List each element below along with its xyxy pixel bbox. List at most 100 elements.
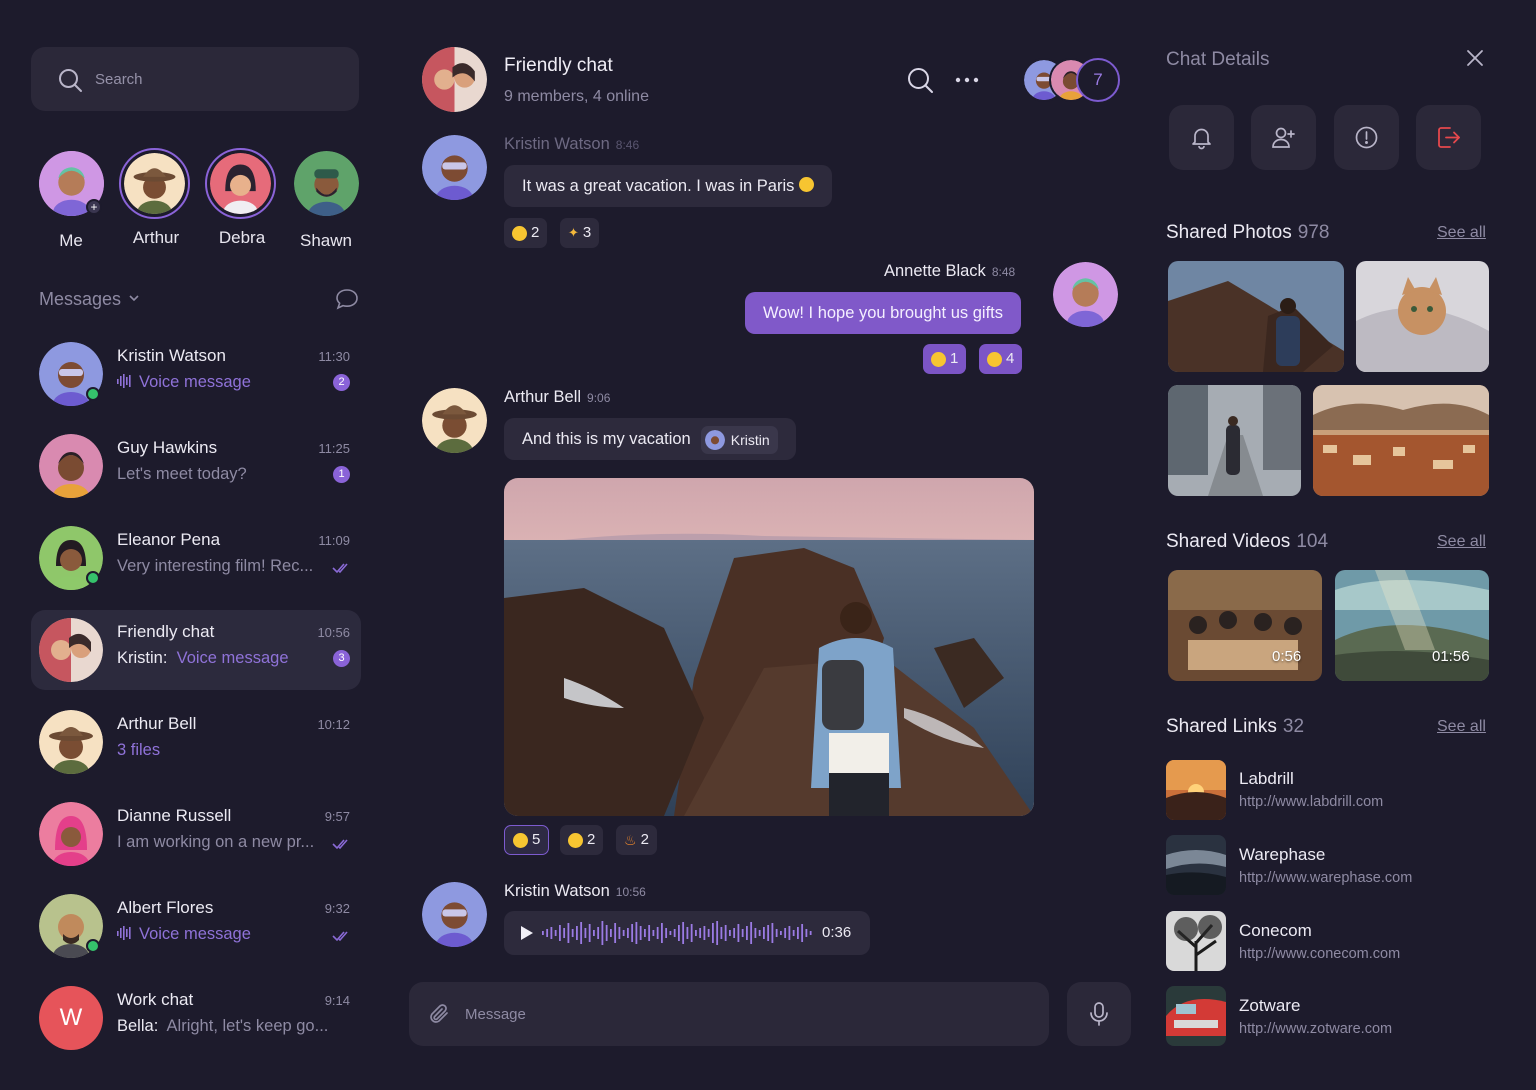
video-thumbnail[interactable]: 01:56	[1335, 570, 1489, 681]
link-title[interactable]: Labdrill	[1239, 769, 1294, 789]
reaction-chip[interactable]: ✦ 3	[560, 218, 600, 248]
photo-thumbnail[interactable]	[1313, 385, 1489, 496]
reaction-chip[interactable]: 2	[560, 825, 604, 855]
link-thumbnail[interactable]	[1166, 760, 1226, 820]
members-stack[interactable]: 7	[1022, 58, 1120, 102]
links-see-all-link[interactable]: See all	[1437, 718, 1486, 736]
online-indicator	[86, 387, 100, 401]
search-placeholder: Search	[95, 71, 143, 88]
video-duration: 01:56	[1432, 648, 1470, 665]
mention-chip[interactable]: Kristin	[700, 425, 778, 454]
shared-videos-title: Shared Videos 104	[1166, 531, 1329, 552]
microphone-icon	[1090, 1002, 1108, 1026]
conversation-preview: Bella: Alright, let's keep go...	[117, 1017, 329, 1035]
message-bubble: It was a great vacation. I was in Paris	[504, 165, 832, 207]
details-title: Chat Details	[1166, 49, 1270, 70]
story-label: Debra	[218, 228, 266, 247]
photos-see-all-link[interactable]: See all	[1437, 224, 1486, 242]
read-check-icon	[332, 563, 348, 574]
play-icon[interactable]	[520, 925, 534, 941]
link-url[interactable]: http://www.zotware.com	[1239, 1021, 1392, 1037]
conversation-name: Guy Hawkins	[117, 438, 218, 457]
avatar	[39, 710, 103, 774]
voice-wave-icon	[117, 374, 131, 388]
alert-circle-icon	[1355, 126, 1378, 149]
shared-links-title: Shared Links 32	[1166, 716, 1305, 737]
story-label: Me	[59, 231, 83, 250]
link-thumbnail[interactable]	[1166, 986, 1226, 1046]
conversation-item[interactable]: Eleanor Pena 11:09 Very interesting film…	[31, 518, 361, 598]
reaction-chip[interactable]: ♨ 2	[616, 825, 657, 855]
story-label: Shawn	[300, 231, 352, 250]
close-icon[interactable]	[1466, 49, 1484, 67]
conversation-time: 11:09	[318, 533, 350, 548]
party-popper-emoji-icon: ✦	[568, 225, 579, 240]
video-thumbnail[interactable]: 0:56	[1168, 570, 1322, 681]
message-bubble-mine: Wow! I hope you brought us gifts	[745, 292, 1021, 334]
link-thumbnail[interactable]	[1166, 835, 1226, 895]
voice-wave-icon	[117, 926, 131, 940]
microphone-button[interactable]	[1067, 982, 1131, 1046]
add-user-icon	[1272, 127, 1295, 148]
conversation-name: Kristin Watson	[117, 346, 226, 365]
unread-badge: 3	[333, 650, 350, 667]
chat-title: Friendly chat	[504, 55, 613, 76]
conversation-item[interactable]: Albert Flores 9:32 Voice message	[31, 886, 361, 966]
photo-thumbnail[interactable]	[1168, 385, 1301, 496]
video-duration: 0:56	[1272, 648, 1302, 665]
message-sender: Arthur Bell 9:06	[504, 388, 611, 406]
members-more-count: 7	[1076, 58, 1120, 102]
reaction-chip[interactable]: 2	[504, 218, 548, 248]
conversation-name: Arthur Bell	[117, 714, 197, 733]
add-member-button[interactable]	[1251, 105, 1316, 170]
link-title[interactable]: Warephase	[1239, 845, 1325, 865]
conversation-item[interactable]: Arthur Bell 10:12 3 files	[31, 702, 361, 782]
report-button[interactable]	[1334, 105, 1399, 170]
link-url[interactable]: http://www.warephase.com	[1239, 870, 1412, 886]
shared-photo[interactable]	[504, 478, 1034, 816]
link-url[interactable]: http://www.labdrill.com	[1239, 794, 1383, 810]
reaction-chip-selected[interactable]: 5	[504, 825, 550, 855]
message-sender: Annette Black 8:48	[884, 262, 1016, 280]
reaction-chip[interactable]: 4	[979, 344, 1023, 374]
heart-eyes-emoji-icon	[798, 177, 814, 192]
conversation-item[interactable]: Dianne Russell 9:57 I am working on a ne…	[31, 794, 361, 874]
link-thumbnail[interactable]	[1166, 911, 1226, 971]
link-title[interactable]: Zotware	[1239, 996, 1300, 1016]
leave-chat-button[interactable]	[1416, 105, 1481, 170]
photo-thumbnail[interactable]	[1356, 261, 1489, 372]
avatar	[205, 148, 276, 219]
read-check-icon	[332, 839, 348, 850]
conversation-name: Eleanor Pena	[117, 530, 221, 549]
paperclip-icon[interactable]	[427, 1002, 451, 1026]
message-input[interactable]: Message	[409, 982, 1049, 1046]
photo-thumbnail[interactable]	[1168, 261, 1344, 372]
online-indicator	[86, 939, 100, 953]
conversation-time: 9:32	[324, 901, 350, 916]
new-message-icon[interactable]	[335, 288, 359, 310]
conversation-preview: Kristin: Voice message	[117, 649, 289, 667]
conversation-item[interactable]: W Work chat 9:14 Bella: Alright, let's k…	[31, 978, 361, 1058]
avatar	[39, 618, 103, 682]
search-input[interactable]: Search	[31, 47, 359, 111]
conversation-item-active[interactable]: Friendly chat 10:56 Kristin: Voice messa…	[31, 610, 361, 690]
conversation-time: 11:30	[318, 349, 350, 364]
voice-waveform[interactable]	[542, 919, 814, 947]
more-options-icon[interactable]	[953, 66, 981, 94]
conversation-item[interactable]: Kristin Watson 11:30 Voice message 2	[31, 334, 361, 414]
avatar	[704, 429, 725, 450]
notifications-button[interactable]	[1169, 105, 1234, 170]
reaction-chip[interactable]: 1	[923, 344, 967, 374]
conversation-time: 11:25	[318, 441, 350, 456]
videos-see-all-link[interactable]: See all	[1437, 533, 1486, 551]
online-indicator	[86, 571, 100, 585]
conversation-item[interactable]: Guy Hawkins 11:25 Let's meet today? 1	[31, 426, 361, 506]
messages-filter[interactable]: Messages	[39, 289, 139, 310]
search-icon[interactable]	[906, 66, 934, 94]
conversation-time: 9:14	[324, 993, 350, 1008]
link-title[interactable]: Conecom	[1239, 921, 1312, 941]
conversation-time: 9:57	[324, 809, 350, 824]
add-story-icon[interactable]: +	[86, 199, 102, 215]
link-url[interactable]: http://www.conecom.com	[1239, 946, 1400, 962]
conversation-time: 10:56	[317, 625, 350, 640]
